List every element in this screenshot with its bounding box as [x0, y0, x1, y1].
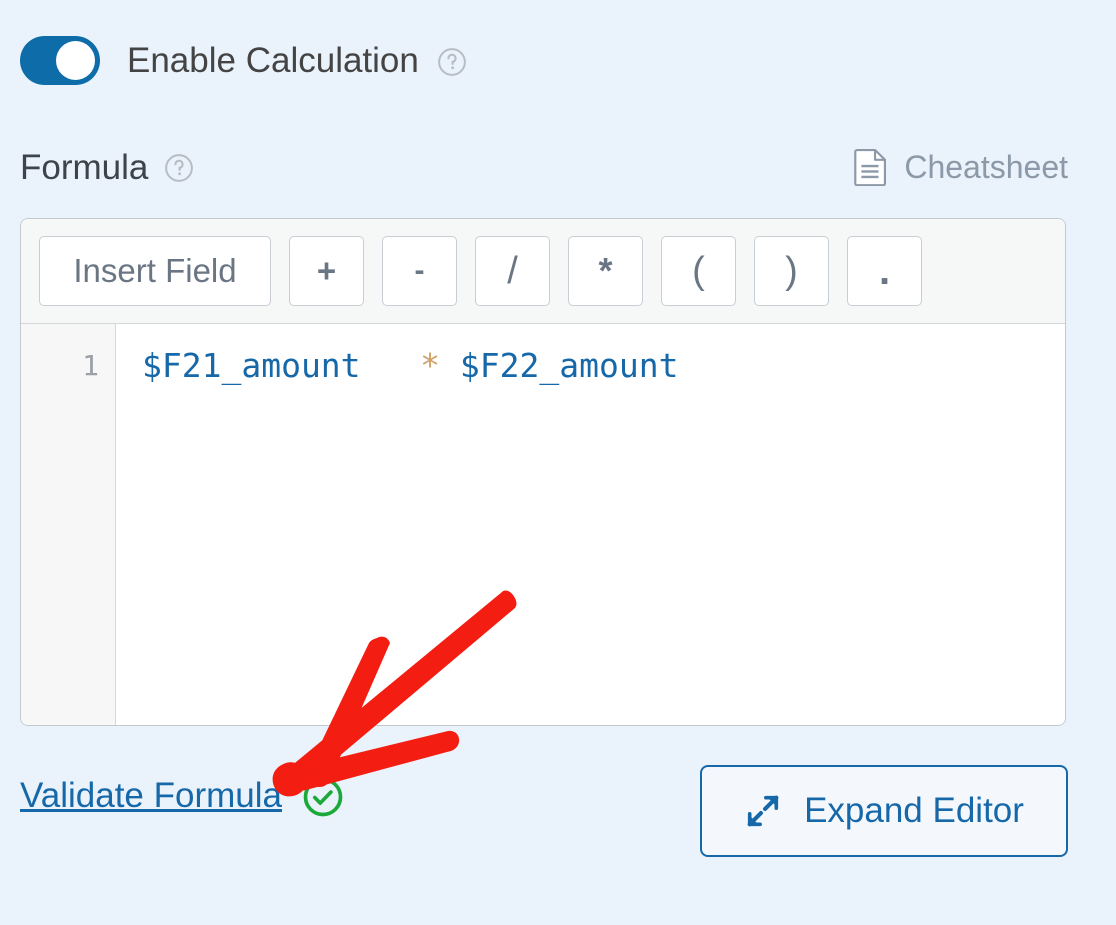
- cheatsheet-label: Cheatsheet: [904, 149, 1068, 185]
- validate-formula-group: Validate Formula: [20, 774, 344, 818]
- token-operator: *: [420, 346, 441, 385]
- formula-editor-panel: Insert Field + - / * ( ) . 1 $F21_amount…: [20, 218, 1066, 726]
- formula-footer: Validate Formula Expand Editor: [20, 760, 1068, 860]
- enable-calculation-toggle[interactable]: [20, 35, 100, 85]
- document-icon: [854, 148, 888, 187]
- token-operand-right: $F22_amount: [459, 346, 679, 385]
- line-number-gutter: 1: [21, 324, 116, 725]
- question-circle-icon[interactable]: [437, 47, 467, 77]
- code-content[interactable]: $F21_amount * $F22_amount: [116, 324, 1065, 725]
- code-line-1: $F21_amount * $F22_amount: [142, 338, 1065, 394]
- expand-arrows-icon: [744, 792, 782, 830]
- cheatsheet-link[interactable]: Cheatsheet: [854, 148, 1068, 187]
- toggle-knob: [56, 40, 95, 80]
- operator-minus-button[interactable]: -: [382, 236, 457, 306]
- operator-divide-button[interactable]: /: [475, 236, 550, 306]
- question-circle-icon[interactable]: [164, 153, 194, 183]
- formula-header: Formula Cheatsheet: [20, 142, 1068, 192]
- formula-label: Formula: [20, 147, 149, 187]
- enable-calculation-row: Enable Calculation: [20, 30, 467, 90]
- operator-plus-button[interactable]: +: [289, 236, 364, 306]
- validate-formula-link[interactable]: Validate Formula: [20, 778, 282, 813]
- token-space-right: [440, 346, 460, 385]
- operator-paren-close-button[interactable]: ): [754, 236, 829, 306]
- calculation-settings-panel: Enable Calculation Formula Cheatsheet In…: [0, 0, 1116, 925]
- check-circle-icon: [302, 776, 344, 818]
- token-operand-left: $F21_amount: [142, 346, 361, 385]
- operator-paren-open-button[interactable]: (: [661, 236, 736, 306]
- expand-editor-label: Expand Editor: [804, 791, 1024, 830]
- expand-editor-button[interactable]: Expand Editor: [700, 765, 1068, 857]
- insert-field-button[interactable]: Insert Field: [39, 236, 271, 306]
- formula-code-area[interactable]: 1 $F21_amount * $F22_amount: [21, 324, 1065, 725]
- operator-dot-button[interactable]: .: [847, 236, 922, 306]
- operator-multiply-button[interactable]: *: [568, 236, 643, 306]
- formula-toolbar: Insert Field + - / * ( ) .: [21, 219, 1065, 324]
- enable-calculation-label: Enable Calculation: [127, 40, 419, 80]
- token-space-left: [361, 346, 421, 385]
- line-number: 1: [82, 349, 99, 382]
